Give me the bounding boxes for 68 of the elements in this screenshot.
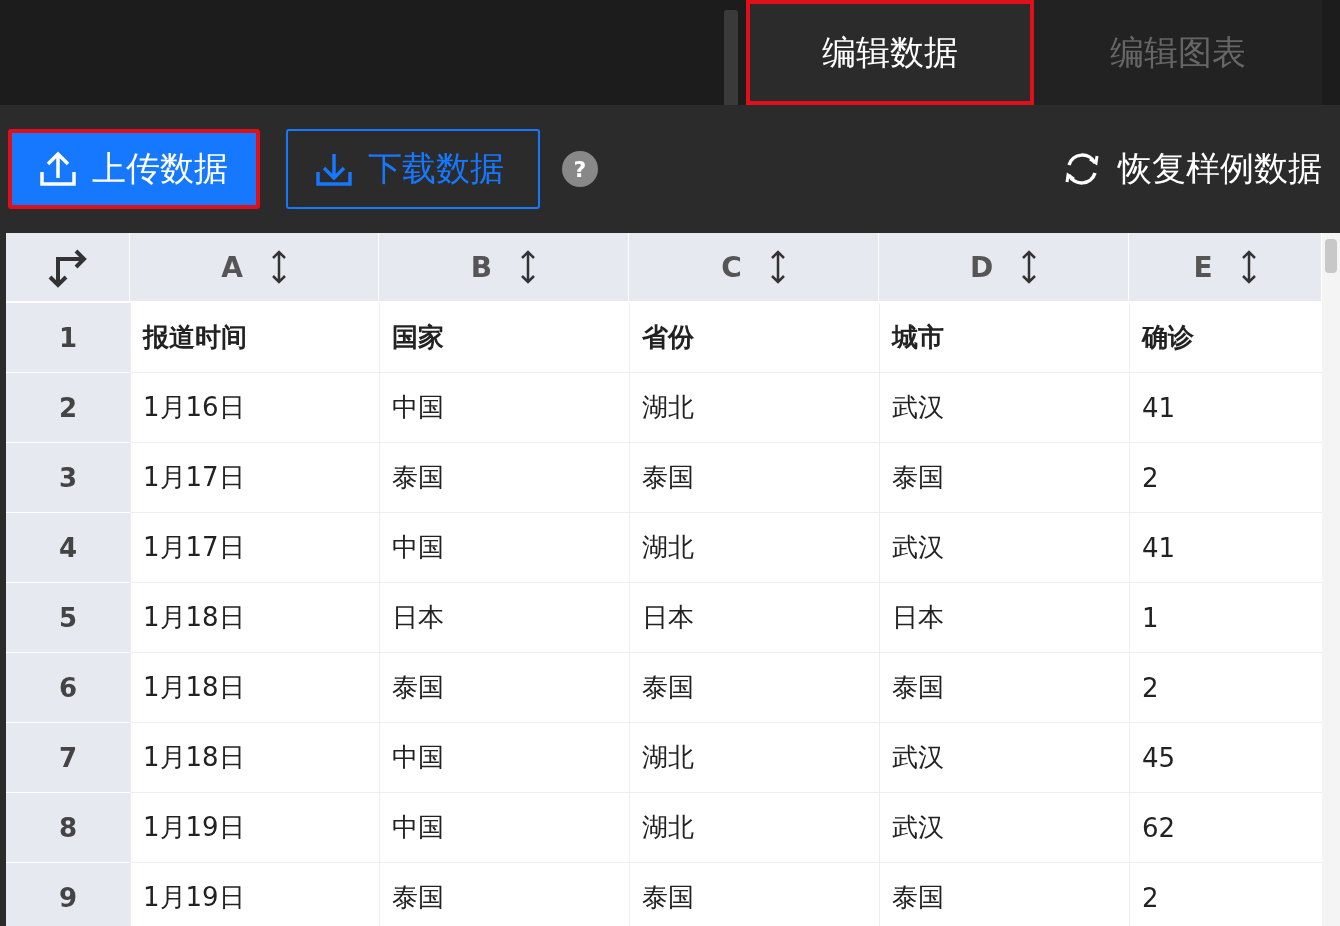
table-cell: 泰国 — [879, 443, 1129, 513]
resize-arrow-icon — [520, 249, 537, 285]
column-label: A — [221, 250, 243, 284]
resize-arrow-icon — [1240, 249, 1257, 285]
row-number: 8 — [6, 793, 130, 863]
table-cell: 日本 — [379, 583, 629, 653]
table-cell: 武汉 — [879, 723, 1129, 793]
table-cell: 泰国 — [629, 653, 879, 723]
table-cell: 中国 — [379, 723, 629, 793]
table-cell: 湖北 — [629, 513, 879, 583]
row-number: 5 — [6, 583, 130, 653]
table-cell: 泰国 — [629, 443, 879, 513]
column-header[interactable]: D — [879, 233, 1129, 301]
table-cell: 1月19日 — [130, 793, 379, 863]
table-cell: 泰国 — [879, 653, 1129, 723]
column-header[interactable]: E — [1129, 233, 1322, 301]
table-cell: 日本 — [879, 583, 1129, 653]
table-cell: 日本 — [629, 583, 879, 653]
table-cell: 泰国 — [379, 443, 629, 513]
row-number: 7 — [6, 723, 130, 793]
panel-handle[interactable] — [724, 10, 738, 105]
download-button[interactable]: 下载数据 — [286, 129, 540, 209]
table-cell: 1月18日 — [130, 583, 379, 653]
tab[interactable]: 编辑数据 — [746, 0, 1034, 105]
column-header[interactable]: A — [130, 233, 379, 301]
resize-arrow-icon — [769, 249, 786, 285]
table-cell: 1月17日 — [130, 513, 379, 583]
table-cell: 武汉 — [879, 373, 1129, 443]
row-number: 3 — [6, 443, 130, 513]
column-header[interactable]: C — [629, 233, 879, 301]
table-cell: 泰国 — [879, 863, 1129, 926]
resize-arrow-icon — [1021, 249, 1038, 285]
table-cell: 中国 — [379, 373, 629, 443]
row-number: 6 — [6, 653, 130, 723]
table-cell: 湖北 — [629, 723, 879, 793]
table-cell: 中国 — [379, 793, 629, 863]
scrollbar-thumb[interactable] — [1325, 239, 1337, 273]
table-cell: 国家 — [379, 303, 629, 373]
table-cell: 武汉 — [879, 513, 1129, 583]
restore-button[interactable]: 恢复样例数据 — [1062, 146, 1322, 192]
column-label: E — [1193, 250, 1213, 284]
table-cell: 报道时间 — [130, 303, 379, 373]
table-cell: 泰国 — [379, 863, 629, 926]
table-cell: 湖北 — [629, 793, 879, 863]
table-cell: 湖北 — [629, 373, 879, 443]
table-cell: 1月18日 — [130, 653, 379, 723]
column-header[interactable]: B — [379, 233, 629, 301]
table-cell: 泰国 — [379, 653, 629, 723]
row-number: 2 — [6, 373, 130, 443]
row-number: 4 — [6, 513, 130, 583]
table-cell: 1月17日 — [130, 443, 379, 513]
table-cell: 1月16日 — [130, 373, 379, 443]
table-cell: 城市 — [879, 303, 1129, 373]
column-label: B — [470, 250, 493, 284]
table-cell: 中国 — [379, 513, 629, 583]
resize-arrow-icon — [270, 249, 287, 285]
table-cell: 1月18日 — [130, 723, 379, 793]
row-number: 1 — [6, 303, 130, 373]
column-label: D — [969, 250, 994, 284]
table-cell: 1月19日 — [130, 863, 379, 926]
table-cell: 武汉 — [879, 793, 1129, 863]
upload-icon — [38, 150, 78, 188]
table-cell: 省份 — [629, 303, 879, 373]
help-button[interactable]: ? — [562, 151, 598, 187]
column-label: C — [721, 250, 742, 284]
row-number: 9 — [6, 863, 130, 926]
table-cell: 泰国 — [629, 863, 879, 926]
upload-button[interactable]: 上传数据 — [8, 129, 260, 209]
